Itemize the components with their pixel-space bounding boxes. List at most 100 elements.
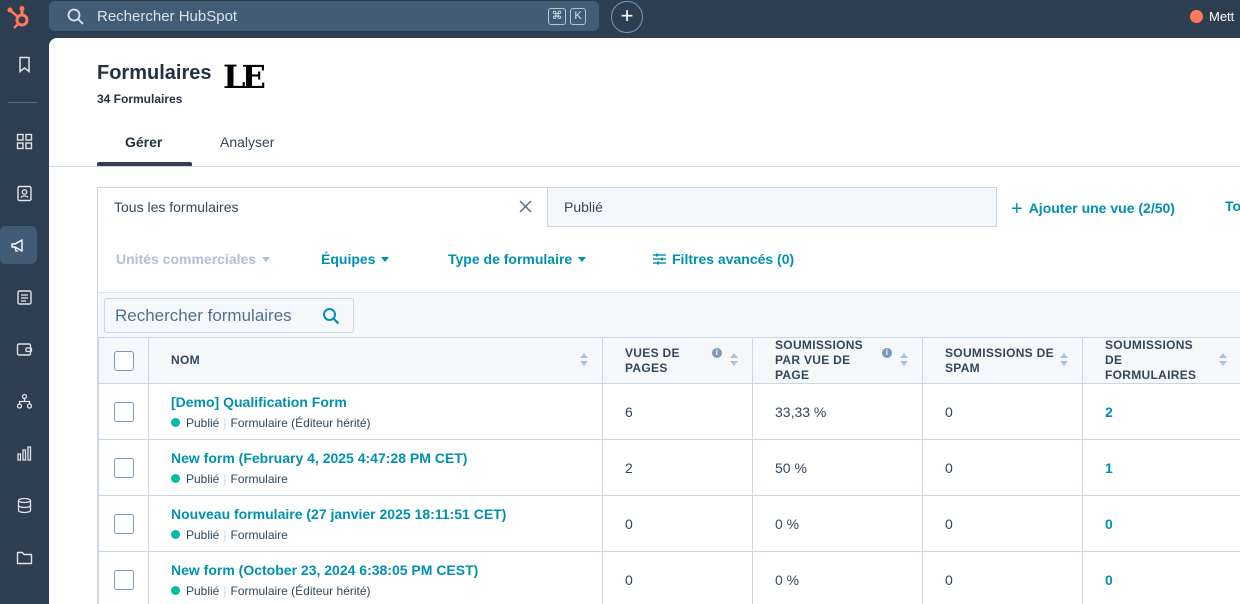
- column-header-page-views[interactable]: VUES DE PAGES i: [602, 337, 753, 384]
- nav-automation[interactable]: [0, 382, 49, 420]
- nav-library[interactable]: [0, 538, 49, 576]
- sort-icon[interactable]: [580, 353, 588, 367]
- column-header-submissions[interactable]: SOUMISSIONS DE FORMULAIRES: [1082, 337, 1240, 384]
- sort-icon[interactable]: [900, 353, 908, 367]
- select-all-checkbox[interactable]: [113, 350, 134, 371]
- row-checkbox[interactable]: [113, 457, 134, 478]
- nav-marketing[interactable]: [0, 226, 37, 264]
- column-header-name[interactable]: NOM: [148, 337, 603, 384]
- megaphone-icon: [11, 238, 23, 252]
- status-dot-icon: [171, 417, 180, 427]
- upgrade-arrow-icon: [1190, 10, 1203, 23]
- global-search[interactable]: Rechercher HubSpot ⌘ K: [49, 1, 599, 31]
- wallet-icon: [16, 342, 33, 356]
- row-select-cell: [98, 383, 149, 440]
- form-name-link[interactable]: New form (October 23, 2024 6:38:05 PM CE…: [171, 562, 580, 578]
- close-icon[interactable]: [518, 199, 533, 214]
- form-name-link[interactable]: New form (February 4, 2025 4:47:28 PM CE…: [171, 450, 580, 466]
- row-checkbox[interactable]: [113, 569, 134, 590]
- meta-separator: |: [223, 527, 227, 542]
- meta-separator: |: [223, 471, 227, 486]
- nav-reporting[interactable]: [0, 434, 49, 472]
- meta-separator: |: [223, 583, 227, 598]
- nav-contacts[interactable]: [0, 174, 49, 212]
- form-meta: Publié | Formulaire: [171, 472, 580, 486]
- view-tab-label: Tous les formulaires: [114, 199, 239, 215]
- row-select-cell: [98, 551, 149, 604]
- submissions-cell: 1: [1082, 439, 1240, 496]
- column-header-submissions-per-view[interactable]: SOUMISSIONS PAR VUE DE PAGE i: [752, 337, 923, 384]
- spam-cell: 0: [922, 551, 1083, 604]
- nav-content[interactable]: [0, 278, 49, 316]
- sort-icon[interactable]: [730, 353, 738, 367]
- column-label: NOM: [171, 353, 200, 367]
- chevron-down-icon: [578, 257, 587, 262]
- business-units-label: Unités commerciales: [116, 251, 257, 267]
- tab-analyze[interactable]: Analyser: [220, 134, 274, 150]
- row-checkbox[interactable]: [113, 401, 134, 422]
- upgrade-button[interactable]: Mett: [1190, 9, 1234, 24]
- page-views-cell: 0: [602, 551, 753, 604]
- forms-search-input[interactable]: [105, 299, 315, 332]
- contact-card-icon: [17, 185, 32, 201]
- form-name-link[interactable]: Nouveau formulaire (27 janvier 2025 18:1…: [171, 506, 580, 522]
- nav-commerce[interactable]: [0, 330, 49, 368]
- business-units-filter[interactable]: Unités commerciales: [116, 251, 271, 267]
- chevron-down-icon: [262, 257, 271, 262]
- nav-data-management[interactable]: [0, 486, 49, 524]
- tab-manage[interactable]: Gérer: [125, 134, 162, 150]
- form-name-cell: Nouveau formulaire (27 janvier 2025 18:1…: [148, 495, 603, 552]
- shortcut-cmd-key: ⌘: [548, 8, 566, 25]
- form-name-link[interactable]: [Demo] Qualification Form: [171, 394, 580, 410]
- sort-icon[interactable]: [1060, 353, 1068, 367]
- submissions-link[interactable]: 0: [1105, 572, 1113, 588]
- row-checkbox[interactable]: [113, 513, 134, 534]
- database-icon: [17, 497, 32, 513]
- form-type: Formulaire (Éditeur hérité): [230, 415, 371, 430]
- all-views-link[interactable]: To: [1225, 198, 1240, 214]
- add-view-button[interactable]: + Ajouter une vue (2/50): [1011, 198, 1175, 221]
- column-label: VUES DE PAGES: [625, 345, 680, 375]
- form-meta: Publié | Formulaire (Éditeur hérité): [171, 416, 580, 430]
- info-icon[interactable]: i: [712, 348, 722, 358]
- column-header-spam[interactable]: SOUMISSIONS DE SPAM: [922, 337, 1083, 384]
- bookmark-icon: [19, 56, 30, 73]
- sliders-icon: [653, 253, 666, 265]
- nav-divider: [8, 102, 38, 103]
- sort-icon[interactable]: [1219, 353, 1227, 367]
- main-content: Formulaires LE 34 Formulaires Gérer Anal…: [49, 38, 1240, 604]
- form-meta: Publié | Formulaire (Éditeur hérité): [171, 584, 580, 598]
- document-icon: [17, 289, 32, 305]
- advanced-filters-button[interactable]: Filtres avancés (0): [653, 251, 794, 267]
- info-icon[interactable]: i: [882, 348, 892, 358]
- submissions-link[interactable]: 1: [1105, 460, 1113, 476]
- global-search-placeholder: Rechercher HubSpot: [97, 8, 238, 25]
- table-row: [Demo] Qualification Form Publié | Formulai…: [98, 383, 1240, 440]
- spam-cell: 0: [922, 495, 1083, 552]
- table-row: Nouveau formulaire (27 janvier 2025 18:1…: [98, 495, 1240, 552]
- search-icon[interactable]: [322, 307, 340, 325]
- row-select-cell: [98, 439, 149, 496]
- nav-workspaces[interactable]: [0, 122, 49, 160]
- page-views-cell: 2: [602, 439, 753, 496]
- workflow-icon: [16, 393, 33, 409]
- forms-search: [104, 298, 354, 333]
- top-bar: Rechercher HubSpot ⌘ K + Mett: [0, 0, 1240, 38]
- teams-filter[interactable]: Équipes: [321, 251, 390, 267]
- submissions-link[interactable]: 2: [1105, 404, 1113, 420]
- form-meta: Publié | Formulaire: [171, 528, 580, 542]
- form-type-filter[interactable]: Type de formulaire: [448, 251, 587, 267]
- create-new-button[interactable]: +: [611, 1, 643, 33]
- submissions-link[interactable]: 0: [1105, 516, 1113, 532]
- form-status: Publié: [186, 471, 220, 486]
- nav-bookmarks[interactable]: [0, 45, 49, 83]
- form-status: Publié: [186, 583, 220, 598]
- status-dot-icon: [171, 585, 180, 595]
- status-dot-icon: [171, 529, 180, 539]
- submission-rate-cell: 50 %: [752, 439, 923, 496]
- column-label: SOUMISSIONS DE SPAM: [945, 345, 1054, 375]
- view-tab-published[interactable]: Publié: [547, 187, 997, 227]
- hubspot-logo-icon[interactable]: [6, 5, 32, 31]
- view-tab-all-forms[interactable]: Tous les formulaires: [97, 187, 548, 227]
- page-views-cell: 0: [602, 495, 753, 552]
